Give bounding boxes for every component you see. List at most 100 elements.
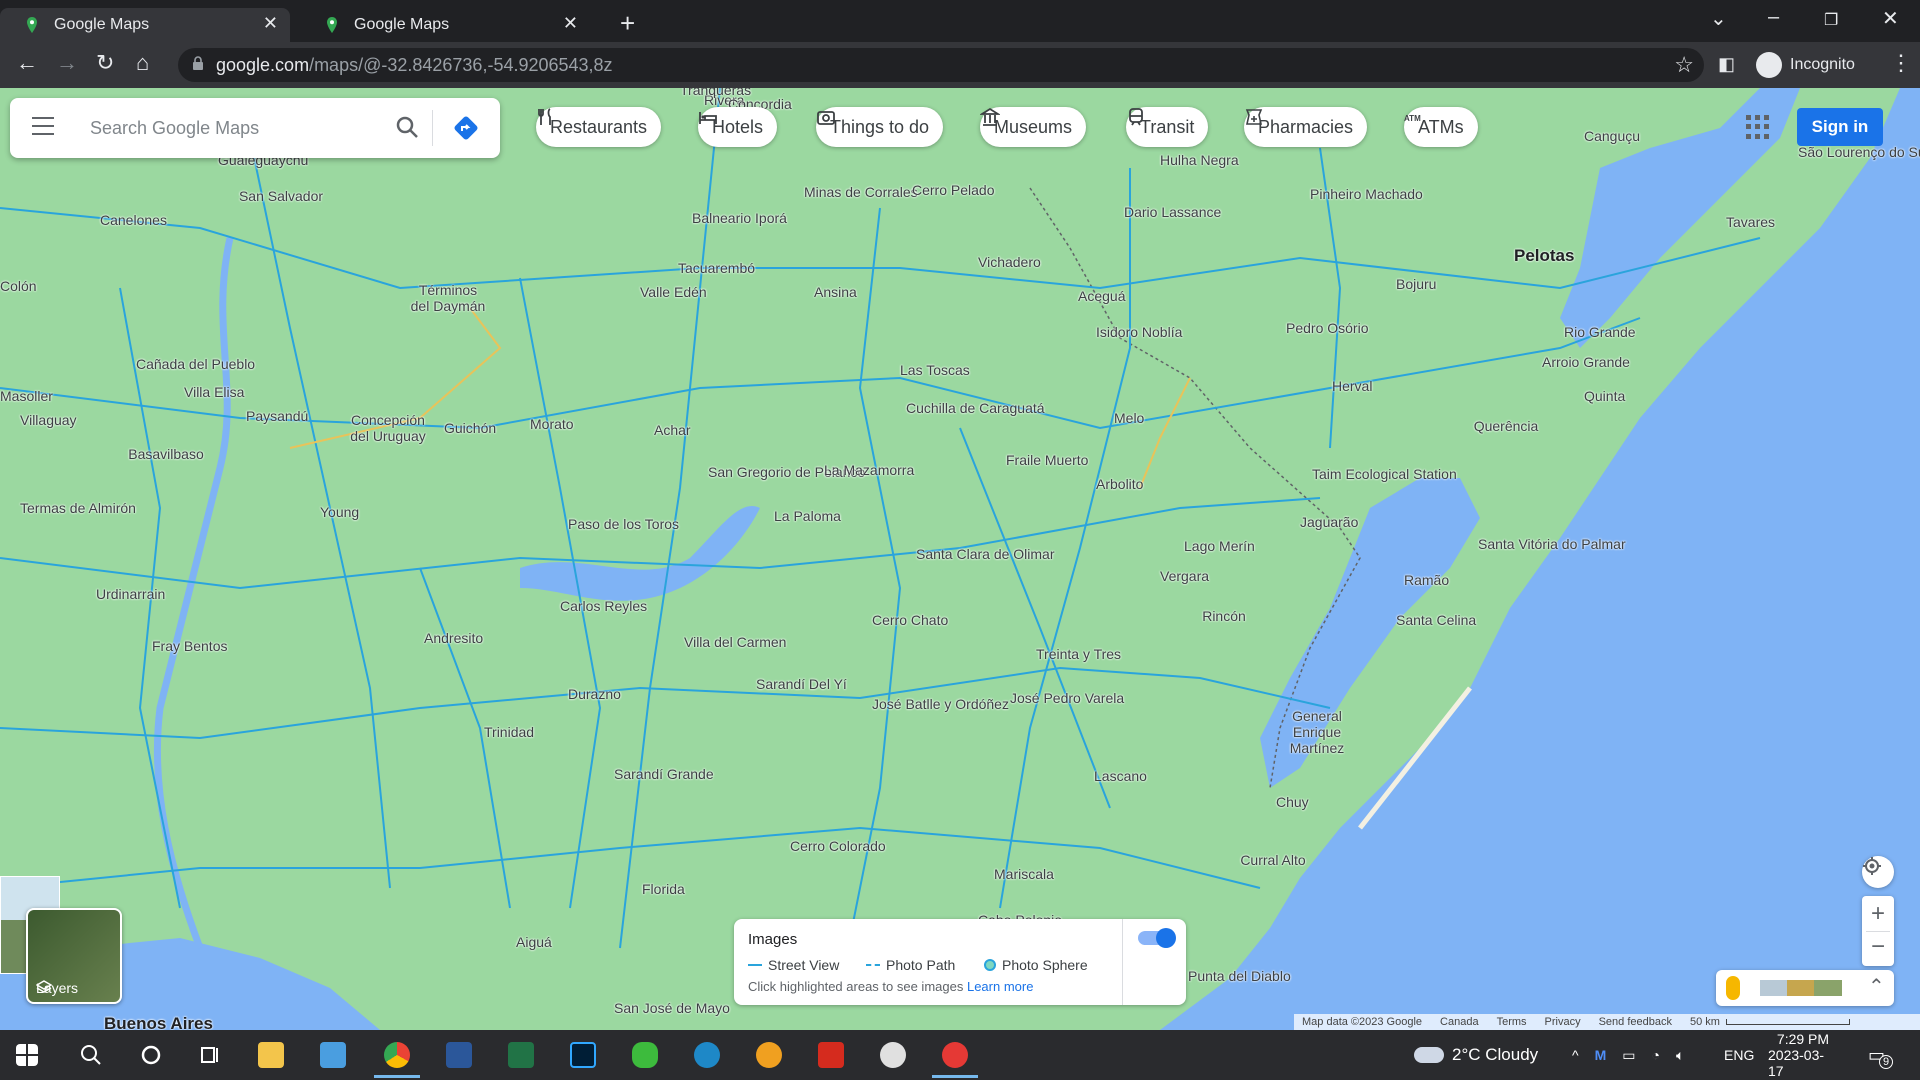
app-icon-lens[interactable]	[756, 1042, 782, 1068]
search-box[interactable]: Search Google Maps	[10, 98, 500, 158]
place-label[interactable]: Cerro Colorado	[790, 838, 886, 854]
app-icon-red[interactable]	[818, 1042, 844, 1068]
place-label[interactable]: Lago Merín	[1184, 538, 1255, 554]
wifi-icon[interactable]: ◔	[1651, 1047, 1659, 1063]
chip-hotels[interactable]: Hotels	[698, 107, 778, 147]
photoshop-icon[interactable]	[570, 1042, 596, 1068]
chip-things-to-do[interactable]: Things to do	[816, 107, 944, 147]
battery-icon[interactable]: ▭	[1622, 1047, 1635, 1064]
place-label[interactable]: Andresito	[424, 630, 483, 646]
close-tab-icon[interactable]: ✕	[263, 13, 278, 34]
tab-search-icon[interactable]: ⌄	[1710, 6, 1727, 31]
chip-pharmacies[interactable]: Pharmacies	[1244, 107, 1368, 147]
directions-icon[interactable]	[452, 114, 480, 142]
place-label[interactable]: Arbolito	[1096, 476, 1143, 492]
media-player-icon[interactable]	[880, 1042, 906, 1068]
bookmark-star-icon[interactable]: ☆	[1674, 52, 1694, 78]
search-input[interactable]: Search Google Maps	[90, 118, 259, 139]
place-label[interactable]: La Paloma	[774, 508, 841, 524]
place-label[interactable]: Villa Elisa	[184, 384, 244, 400]
input-language[interactable]: ENG	[1724, 1030, 1754, 1080]
learn-more-link[interactable]: Learn more	[967, 979, 1033, 994]
place-label[interactable]: Fray Bentos	[152, 638, 227, 654]
terms-link[interactable]: Terms	[1497, 1016, 1527, 1028]
place-label[interactable]: Santa Clara de Olimar	[916, 546, 1055, 562]
place-label[interactable]: La Mazamorra	[824, 462, 914, 478]
app-tray-icon[interactable]: M	[1595, 1047, 1607, 1063]
place-label[interactable]: Aceguá	[1078, 288, 1125, 304]
place-label[interactable]: Concepción del Uruguay	[348, 412, 428, 444]
place-label[interactable]: Quinta	[1584, 388, 1625, 404]
chip-transit[interactable]: Transit	[1126, 107, 1209, 147]
reload-icon[interactable]: ↻	[96, 50, 114, 76]
place-label-buenos-aires[interactable]: Buenos Aires	[104, 1014, 213, 1030]
place-label[interactable]: Achar	[654, 422, 691, 438]
android-app-icon[interactable]	[632, 1042, 658, 1068]
images-toggle[interactable]	[1138, 928, 1176, 948]
place-label[interactable]: Villa del Carmen	[684, 634, 786, 650]
hamburger-menu-icon[interactable]	[32, 117, 54, 135]
place-label[interactable]: Fraile Muerto	[1006, 452, 1088, 468]
place-label[interactable]: Bojuru	[1396, 276, 1436, 292]
app-icon-bolt[interactable]	[932, 1042, 978, 1078]
weather-widget[interactable]: 2°C Cloudy	[1414, 1030, 1538, 1080]
place-label[interactable]: Rincón	[1184, 608, 1264, 624]
chip-atms[interactable]: ATM ATMs	[1404, 107, 1478, 147]
place-label[interactable]: Valle Edén	[640, 284, 707, 300]
place-label[interactable]: São Lourenço do Sul	[1798, 144, 1920, 160]
place-label[interactable]: Vichadero	[978, 254, 1041, 270]
place-label[interactable]: Tacuarembó	[678, 260, 755, 276]
window-close-button[interactable]: ✕	[1882, 6, 1899, 31]
notifications-button[interactable]: ▭ 9	[1868, 1030, 1894, 1080]
sign-in-button[interactable]: Sign in	[1797, 108, 1883, 146]
place-label[interactable]: Las Toscas	[900, 362, 970, 378]
place-label[interactable]: José Pedro Varela	[1010, 690, 1124, 706]
forward-icon[interactable]: →	[56, 50, 78, 76]
pegman-icon[interactable]	[1726, 976, 1740, 1000]
zoom-in-button[interactable]: +	[1871, 897, 1885, 931]
browser-tab-maps-1[interactable]: Google Maps ✕	[0, 8, 290, 42]
place-label[interactable]: Vergara	[1160, 568, 1209, 584]
back-icon[interactable]: ←	[16, 50, 38, 76]
place-label[interactable]: Santa Vitória do Palmar	[1478, 536, 1626, 552]
place-label[interactable]: Ansina	[814, 284, 857, 300]
place-label[interactable]: Tavares	[1726, 214, 1775, 230]
expand-up-icon[interactable]: ⌃	[1868, 974, 1885, 999]
browser-tab-maps-2[interactable]: Google Maps ✕	[300, 8, 590, 42]
place-label[interactable]: Durazno	[568, 686, 621, 702]
place-label[interactable]: Cerro Chato	[872, 612, 948, 628]
place-label[interactable]: Punta del Diablo	[1188, 968, 1291, 984]
place-label[interactable]: Morato	[530, 416, 574, 432]
windows-start-icon[interactable]	[16, 1044, 38, 1066]
place-label[interactable]: Pedro Osório	[1286, 320, 1368, 336]
place-label[interactable]: Carlos Reyles	[560, 598, 647, 614]
place-label[interactable]: Aiguá	[516, 934, 552, 950]
search-icon[interactable]	[78, 1042, 104, 1068]
place-label[interactable]: Arroio Grande	[1542, 354, 1630, 370]
place-label[interactable]: Young	[320, 504, 359, 520]
place-label[interactable]: Cuchilla de Caraguatá	[906, 400, 1045, 416]
place-label[interactable]: Villaguay	[20, 412, 77, 428]
place-label[interactable]: Minas de Corrales	[804, 184, 918, 200]
place-label[interactable]: José Batlle y Ordóñez	[872, 696, 1009, 712]
place-label[interactable]: Cerro Pelado	[912, 182, 995, 198]
task-view-icon[interactable]	[198, 1042, 224, 1068]
place-label[interactable]: Masoller	[0, 388, 53, 404]
place-label[interactable]: Ramão	[1404, 572, 1449, 588]
place-label[interactable]: San Salvador	[236, 188, 326, 204]
volume-icon[interactable]: 🔈︎	[1676, 1047, 1684, 1064]
place-label[interactable]: Isidoro Noblía	[1096, 324, 1182, 340]
place-label[interactable]: Canguçu	[1584, 128, 1640, 144]
map-canvas[interactable]: Pelotas Buenos Aires Tacuarembó Melo Dur…	[0, 88, 1920, 1030]
side-panel-icon[interactable]: ◧	[1718, 54, 1735, 75]
place-label[interactable]: Canelones	[100, 212, 167, 228]
browser-menu-icon[interactable]: ⋮	[1890, 50, 1912, 76]
place-label[interactable]: Curral Alto	[1238, 852, 1308, 868]
chrome-icon[interactable]	[374, 1042, 420, 1078]
place-label[interactable]: Termas de Almirón	[20, 500, 136, 516]
address-bar[interactable]: google.com/maps/@-32.8426736,-54.9206543…	[178, 48, 1704, 82]
place-label[interactable]: Melo	[1114, 410, 1144, 426]
home-icon[interactable]: ⌂	[136, 50, 149, 76]
google-apps-icon[interactable]	[1746, 115, 1770, 139]
place-label[interactable]: Rio Grande	[1564, 324, 1636, 340]
